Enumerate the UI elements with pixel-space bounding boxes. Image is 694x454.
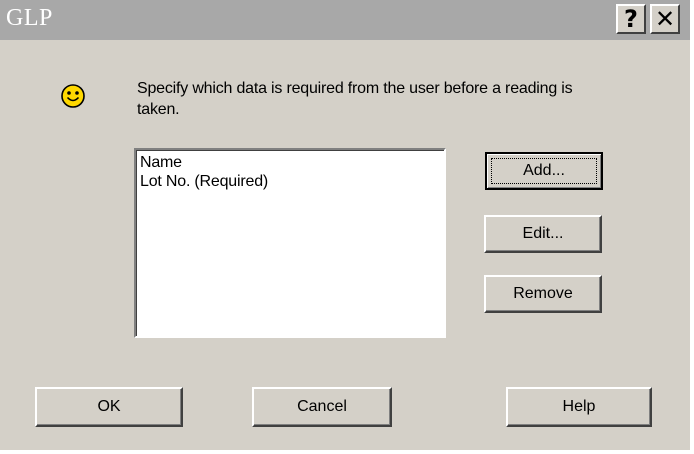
- close-button[interactable]: ✕: [650, 4, 680, 34]
- cancel-button-label: Cancel: [297, 398, 347, 415]
- edit-button[interactable]: Edit...: [484, 215, 602, 253]
- required-data-listbox[interactable]: Name Lot No. (Required): [134, 148, 446, 338]
- cancel-button[interactable]: Cancel: [252, 387, 392, 427]
- list-item[interactable]: Name: [140, 153, 444, 172]
- title-bar: GLP ? ✕: [0, 0, 690, 40]
- smiley-icon: [59, 82, 87, 110]
- close-icon: ✕: [654, 5, 676, 33]
- ok-button[interactable]: OK: [35, 387, 183, 427]
- remove-button[interactable]: Remove: [484, 275, 602, 313]
- focus-rectangle: [491, 158, 597, 184]
- glp-dialog: GLP ? ✕ Specify which data is required f…: [0, 0, 692, 452]
- ok-button-label: OK: [97, 398, 121, 415]
- edit-button-label: Edit...: [522, 225, 564, 242]
- instruction-text: Specify which data is required from the …: [137, 80, 573, 118]
- add-button[interactable]: Add...: [485, 152, 603, 190]
- help-button-label: Help: [562, 398, 596, 415]
- question-icon: ?: [624, 5, 638, 33]
- window-title: GLP: [6, 5, 53, 31]
- remove-button-label: Remove: [513, 285, 573, 302]
- help-button[interactable]: Help: [506, 387, 652, 427]
- list-item[interactable]: Lot No. (Required): [140, 172, 444, 191]
- title-help-button[interactable]: ?: [616, 4, 646, 34]
